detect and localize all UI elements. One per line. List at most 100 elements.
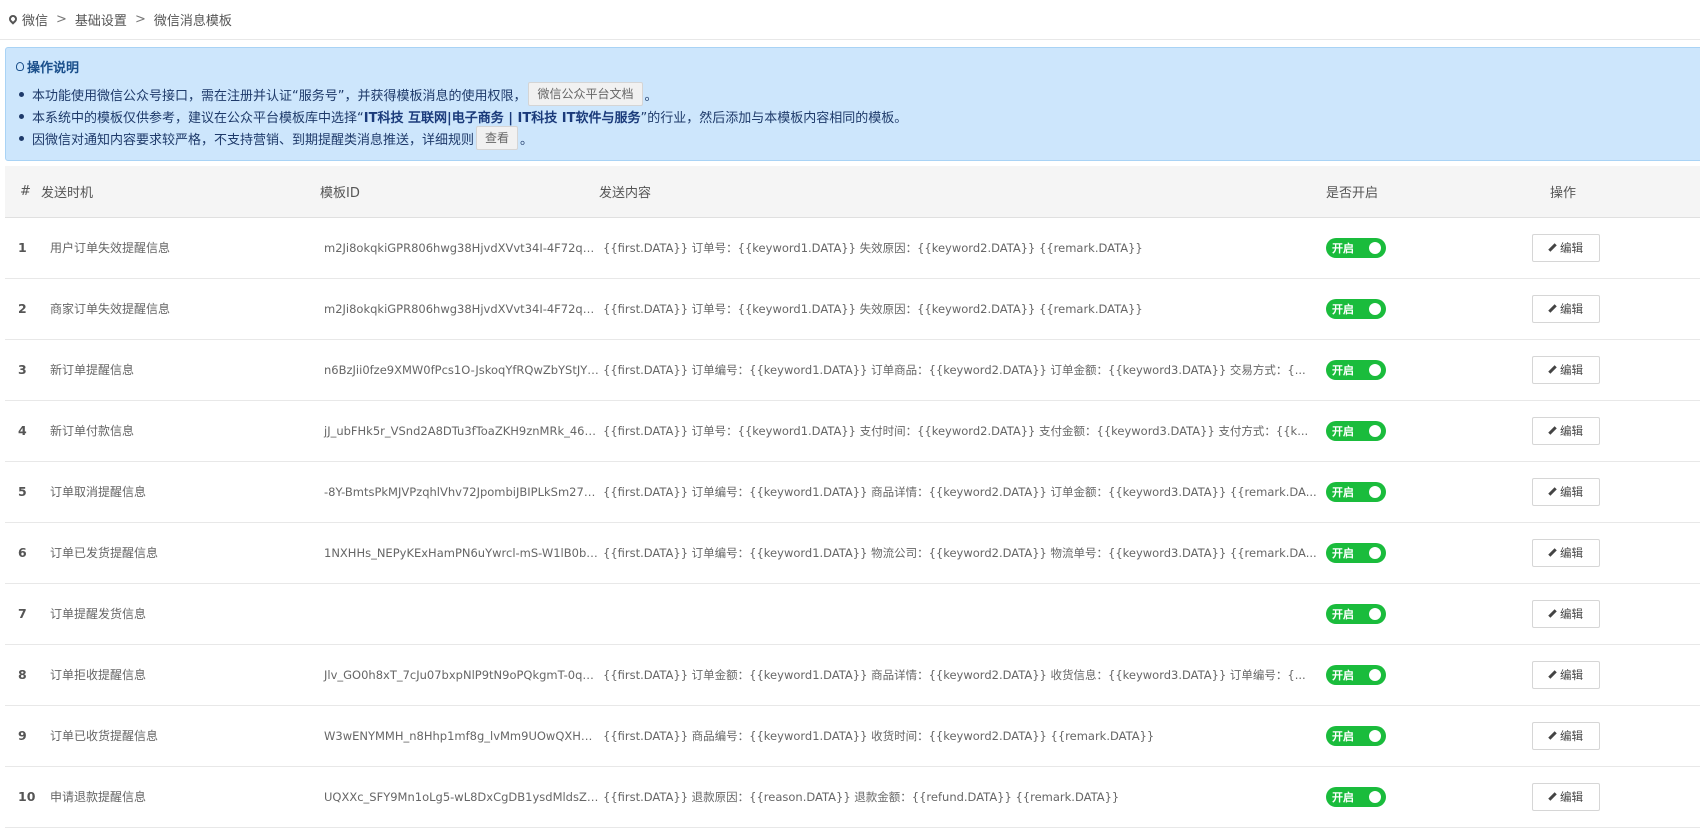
row-template-id: n6BzJii0fze9XMW0fPcs1O-JskoqYfRQwZbYStJY… [324,362,599,377]
enable-toggle[interactable]: 开启 [1326,542,1386,563]
row-timing: 订单提醒发货信息 [50,607,147,621]
row-index: 4 [18,423,27,438]
row-index: 6 [18,545,27,560]
enable-toggle[interactable]: 开启 [1326,725,1386,746]
row-spacer [1628,583,1700,644]
row-template-id: m2Ji8okqkiGPR806hwg38HjvdXVvt34I-4F72qam… [324,240,599,255]
row-index: 8 [18,667,27,682]
row-spacer [1628,339,1700,400]
row-timing: 申请退款提醒信息 [50,790,147,804]
row-action-cell: 编辑 [1498,766,1628,827]
row-spacer [1628,278,1700,339]
breadcrumb-separator: > [134,12,146,27]
enable-toggle[interactable]: 开启 [1326,298,1386,319]
edit-label: 编辑 [1560,484,1583,499]
instruction-item: 本系统中的模板仅供参考，建议在公众平台模板库中选择“ IT科技 互联网|电子商务… [16,105,1694,127]
enable-toggle[interactable]: 开启 [1326,786,1386,807]
toggle-knob-icon [1369,607,1381,620]
view-rules-button[interactable]: 查看 [476,126,519,150]
edit-button[interactable]: 编辑 [1531,477,1600,506]
row-content: {{first.DATA}} 订单金额：{{keyword1.DATA}} 商品… [603,667,1306,682]
toggle-label: 开启 [1332,302,1354,316]
toggle-knob-icon [1369,302,1381,315]
pencil-icon [1548,243,1557,252]
template-table-container: # 发送时机 模板ID 发送内容 是否开启 操作 1 用户订单失效提醒信息 m2Ji… [5,166,1700,828]
row-timing: 订单已收货提醒信息 [50,729,159,743]
edit-button[interactable]: 编辑 [1531,294,1600,323]
row-spacer [1628,217,1700,278]
table-row: 1 用户订单失效提醒信息 m2Ji8okqkiGPR806hwg38HjvdXVvt… [5,217,1700,278]
row-status-cell: 开启 [1326,400,1498,461]
column-header-index: # [5,166,41,218]
row-status-cell: 开启 [1326,705,1498,766]
template-table: # 发送时机 模板ID 发送内容 是否开启 操作 1 用户订单失效提醒信息 m2Ji… [5,166,1700,828]
instructions-title: 操作说明 [16,57,1694,76]
row-spacer [1628,705,1700,766]
column-header-template-id: 模板ID [320,166,599,218]
edit-button[interactable]: 编辑 [1531,416,1600,445]
row-spacer [1628,461,1700,522]
row-index: 5 [18,484,27,499]
enable-toggle[interactable]: 开启 [1326,359,1386,380]
row-action-cell: 编辑 [1498,705,1628,766]
edit-button[interactable]: 编辑 [1531,721,1600,750]
breadcrumb-item-wechat[interactable]: 微信 [22,10,48,29]
row-action-cell: 编辑 [1498,583,1628,644]
table-row: 7 订单提醒发货信息 开启 编辑 [5,583,1700,644]
enable-toggle[interactable]: 开启 [1326,664,1386,685]
edit-button[interactable]: 编辑 [1531,782,1600,811]
edit-button[interactable]: 编辑 [1531,599,1600,628]
instruction-text: 本功能使用微信公众号接口，需在注册并认证“服务号”，并获得模板消息的使用权限， [32,88,527,104]
row-index: 9 [18,728,27,743]
edit-label: 编辑 [1560,423,1583,438]
toggle-label: 开启 [1332,668,1354,682]
row-index: 3 [18,362,27,377]
pencil-icon [1548,365,1557,374]
toggle-knob-icon [1369,363,1381,376]
row-content: {{first.DATA}} 订单编号：{{keyword1.DATA}} 物流… [603,545,1317,560]
row-status-cell: 开启 [1326,583,1498,644]
edit-button[interactable]: 编辑 [1531,355,1600,384]
toggle-knob-icon [1369,729,1381,742]
row-template-id: 1NXHHs_NEPyKExHamPN6uYwrcl-mS-W1lB0bQ... [324,545,599,560]
pencil-icon [1548,670,1557,679]
enable-toggle[interactable]: 开启 [1326,237,1386,258]
enable-toggle[interactable]: 开启 [1326,603,1386,624]
row-timing: 订单拒收提醒信息 [50,668,147,682]
wechat-docs-button[interactable]: 微信公众平台文档 [528,82,643,106]
row-timing: 订单已发货提醒信息 [50,546,159,560]
row-spacer [1628,400,1700,461]
column-header-content: 发送内容 [599,166,1326,218]
toggle-label: 开启 [1332,729,1354,743]
enable-toggle[interactable]: 开启 [1326,481,1386,502]
toggle-knob-icon [1369,790,1381,803]
row-status-cell: 开启 [1326,644,1498,705]
edit-label: 编辑 [1560,545,1583,560]
row-template-id: UQXXc_SFY9Mn1oLg5-wL8DxCgDB1ysdMldsZWf..… [324,789,599,804]
enable-toggle[interactable]: 开启 [1326,420,1386,441]
location-pin-icon [7,12,19,25]
row-status-cell: 开启 [1326,339,1498,400]
pencil-icon [1548,487,1557,496]
toggle-knob-icon [1369,424,1381,437]
row-content: {{first.DATA}} 订单编号：{{keyword1.DATA}} 商品… [603,484,1317,499]
row-timing: 新订单付款信息 [50,424,135,438]
instructions-panel: 操作说明 本功能使用微信公众号接口，需在注册并认证“服务号”，并获得模板消息的使… [5,47,1700,161]
edit-button[interactable]: 编辑 [1531,233,1600,262]
instruction-text: 本系统中的模板仅供参考，建议在公众平台模板库中选择“ [32,110,364,126]
instruction-item: 因微信对通知内容要求较严格，不支持营销、到期提醒类消息推送，详细规则 查看 。 [16,126,1694,150]
edit-button[interactable]: 编辑 [1531,538,1600,567]
edit-label: 编辑 [1560,728,1583,743]
breadcrumb: 微信 > 基础设置 > 微信消息模板 [0,0,1700,40]
row-template-id: m2Ji8okqkiGPR806hwg38HjvdXVvt34I-4F72qam… [324,301,599,316]
lightbulb-icon [16,62,24,71]
row-action-cell: 编辑 [1498,400,1628,461]
table-row: 9 订单已收货提醒信息 W3wENYMMH_n8Hhp1mf8g_lvMm9UOwQ… [5,705,1700,766]
row-action-cell: 编辑 [1498,644,1628,705]
toggle-knob-icon [1369,241,1381,254]
row-template-id: -8Y-BmtsPkMJVPzqhlVhv72JpombiJBIPLkSm27N… [324,484,599,499]
breadcrumb-item-basic-settings[interactable]: 基础设置 [75,10,127,29]
column-header-spacer [1628,166,1700,218]
edit-label: 编辑 [1560,240,1583,255]
edit-button[interactable]: 编辑 [1531,660,1600,689]
